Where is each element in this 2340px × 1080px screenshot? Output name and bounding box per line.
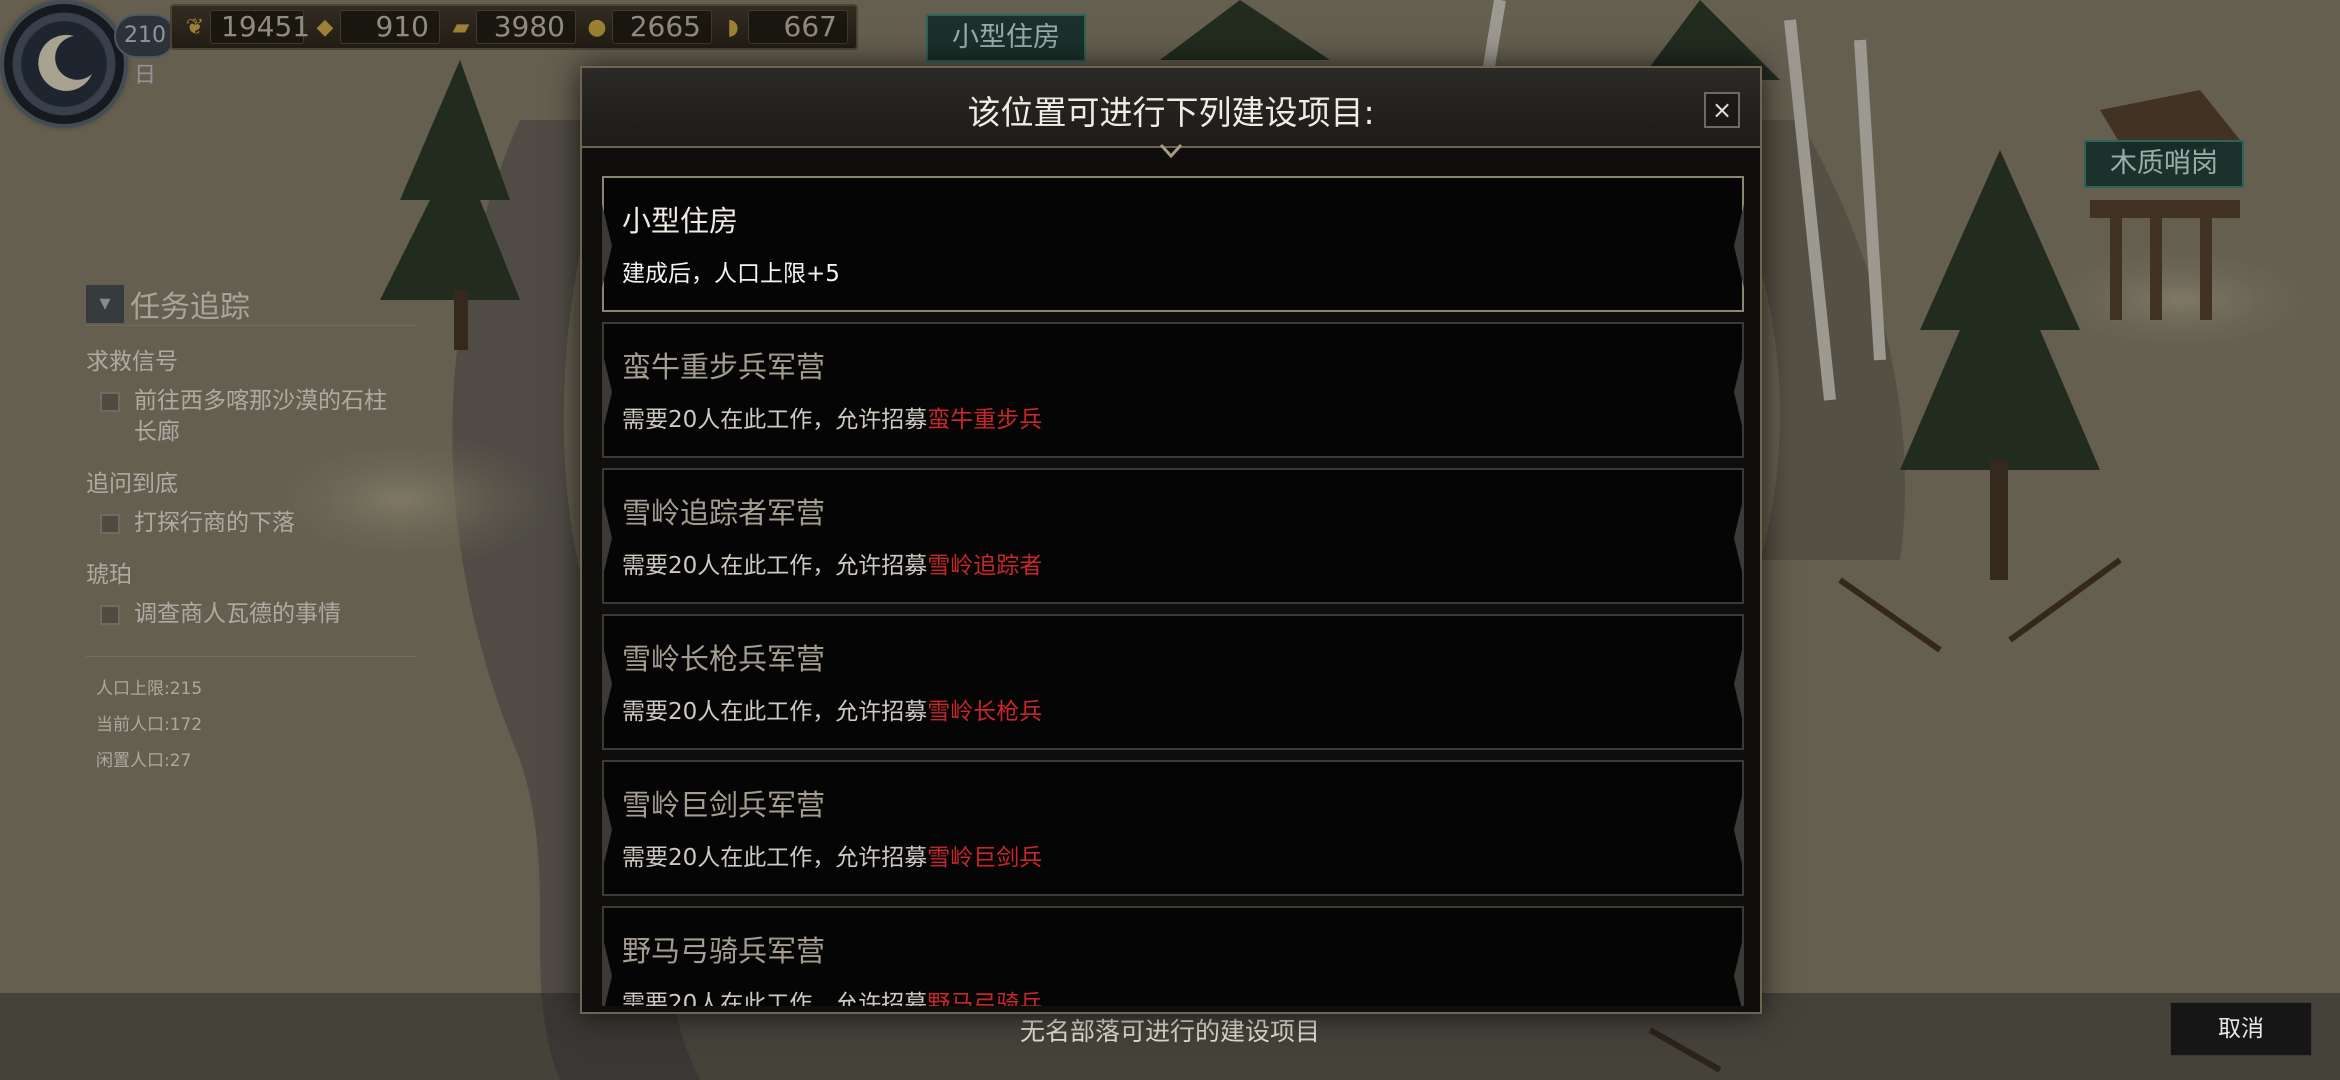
frame-notch: [1734, 204, 1744, 288]
desc-text: 需要20人在此工作，允许招募: [622, 699, 928, 725]
option-description: 需要20人在此工作，允许招募蛮牛重步兵: [622, 400, 1042, 434]
build-option-barracks[interactable]: 雪岭追踪者军营 需要20人在此工作，允许招募雪岭追踪者: [602, 468, 1744, 604]
frame-notch: [1734, 496, 1744, 580]
recruit-unit: 雪岭追踪者: [927, 553, 1043, 579]
frame-notch: [1734, 934, 1744, 1006]
option-name: 蛮牛重步兵军营: [622, 350, 826, 384]
option-description: 需要20人在此工作，允许招募雪岭追踪者: [622, 546, 1042, 580]
frame-notch: [602, 642, 612, 726]
cancel-button[interactable]: 取消: [2170, 1002, 2312, 1056]
build-dialog: 该位置可进行下列建设项目: × 小型住房 建成后，人口上限+5 蛮牛重步兵军营 …: [580, 66, 1762, 1014]
desc-text: 需要20人在此工作，允许招募: [622, 991, 928, 1006]
option-name: 小型住房: [622, 204, 739, 238]
frame-notch: [1734, 350, 1744, 434]
dialog-header: 该位置可进行下列建设项目: ×: [582, 68, 1760, 148]
frame-notch: [602, 788, 612, 872]
build-option-barracks[interactable]: 蛮牛重步兵军营 需要20人在此工作，允许招募蛮牛重步兵: [602, 322, 1744, 458]
build-option-list[interactable]: 小型住房 建成后，人口上限+5 蛮牛重步兵军营 需要20人在此工作，允许招募蛮牛…: [602, 176, 1744, 1006]
option-name: 雪岭追踪者军营: [622, 496, 826, 530]
frame-notch: [602, 934, 612, 1006]
frame-notch: [1734, 642, 1744, 726]
option-description: 需要20人在此工作，允许招募野马弓骑兵: [622, 984, 1042, 1006]
option-description: 需要20人在此工作，允许招募雪岭巨剑兵: [622, 838, 1042, 872]
recruit-unit: 雪岭巨剑兵: [927, 845, 1043, 871]
build-option-small-house[interactable]: 小型住房 建成后，人口上限+5: [602, 176, 1744, 312]
option-name: 雪岭巨剑兵军营: [622, 788, 826, 822]
option-description: 需要20人在此工作，允许招募雪岭长枪兵: [622, 692, 1042, 726]
desc-text: 建成后，人口上限+5: [622, 261, 840, 287]
recruit-unit: 野马弓骑兵: [927, 991, 1043, 1006]
chevron-down-icon: [1160, 144, 1182, 158]
close-button[interactable]: ×: [1704, 92, 1740, 128]
option-name: 野马弓骑兵军营: [622, 934, 826, 968]
build-option-barracks[interactable]: 雪岭巨剑兵军营 需要20人在此工作，允许招募雪岭巨剑兵: [602, 760, 1744, 896]
frame-notch: [602, 204, 612, 288]
desc-text: 需要20人在此工作，允许招募: [622, 845, 928, 871]
option-description: 建成后，人口上限+5: [622, 254, 840, 288]
desc-text: 需要20人在此工作，允许招募: [622, 553, 928, 579]
desc-text: 需要20人在此工作，允许招募: [622, 407, 928, 433]
recruit-unit: 雪岭长枪兵: [927, 699, 1043, 725]
frame-notch: [602, 496, 612, 580]
recruit-unit: 蛮牛重步兵: [927, 407, 1043, 433]
dialog-title: 该位置可进行下列建设项目:: [967, 93, 1375, 132]
build-option-barracks[interactable]: 野马弓骑兵军营 需要20人在此工作，允许招募野马弓骑兵: [602, 906, 1744, 1006]
build-option-barracks[interactable]: 雪岭长枪兵军营 需要20人在此工作，允许招募雪岭长枪兵: [602, 614, 1744, 750]
frame-notch: [1734, 788, 1744, 872]
bottom-title: 无名部落可进行的建设项目: [1019, 1017, 1320, 1046]
frame-notch: [602, 350, 612, 434]
option-name: 雪岭长枪兵军营: [622, 642, 826, 676]
